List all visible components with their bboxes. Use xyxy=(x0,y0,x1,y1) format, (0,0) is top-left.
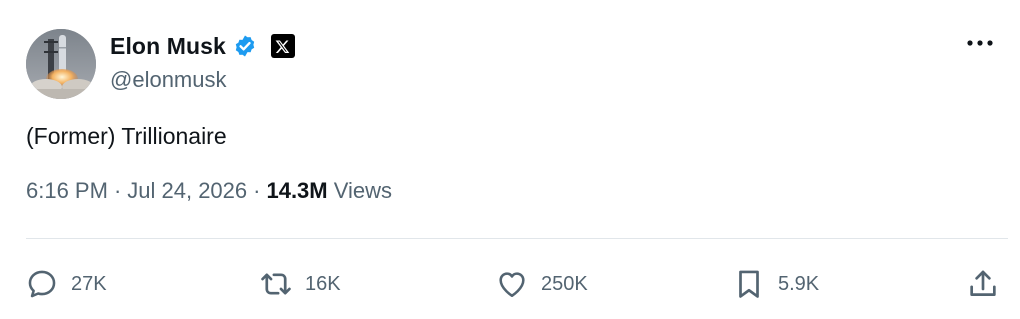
divider xyxy=(26,238,1008,239)
meta-separator: · xyxy=(253,178,261,203)
retweet-icon xyxy=(261,273,291,295)
tweet-time[interactable]: 6:16 PM xyxy=(26,178,108,203)
reply-count: 27K xyxy=(71,272,107,295)
more-icon xyxy=(967,40,993,46)
like-count: 250K xyxy=(541,272,588,295)
views-label: Views xyxy=(333,178,393,203)
bookmark-icon xyxy=(739,270,759,298)
x-logo-icon xyxy=(275,39,290,53)
more-options-button[interactable] xyxy=(962,30,998,56)
reply-icon xyxy=(28,270,56,298)
meta-separator: · xyxy=(113,178,122,203)
x-affiliation-badge[interactable] xyxy=(270,34,295,58)
tweet-text: (Former) Trillionaire xyxy=(26,123,227,149)
like-button[interactable]: 250K xyxy=(495,266,588,302)
avatar[interactable] xyxy=(26,29,96,99)
author-handle[interactable]: @elonmusk xyxy=(110,67,227,93)
tweet-meta: 6:16 PM · Jul 24, 2026 · 14.3M Views xyxy=(26,178,392,204)
author-name[interactable]: Elon Musk xyxy=(110,33,226,60)
share-icon xyxy=(970,270,996,296)
tweet-date[interactable]: Jul 24, 2026 xyxy=(127,178,247,203)
views-count[interactable]: 14.3M xyxy=(266,178,327,203)
heart-icon xyxy=(499,272,525,298)
bookmark-button[interactable]: 5.9K xyxy=(732,266,819,302)
share-button[interactable] xyxy=(966,266,1000,302)
rocket-launch-image xyxy=(26,29,96,99)
verified-badge-icon[interactable] xyxy=(233,34,257,58)
bookmark-count: 5.9K xyxy=(778,272,820,295)
retweet-button[interactable]: 16K xyxy=(259,266,341,302)
reply-button[interactable]: 27K xyxy=(25,266,107,302)
retweet-count: 16K xyxy=(305,272,341,295)
